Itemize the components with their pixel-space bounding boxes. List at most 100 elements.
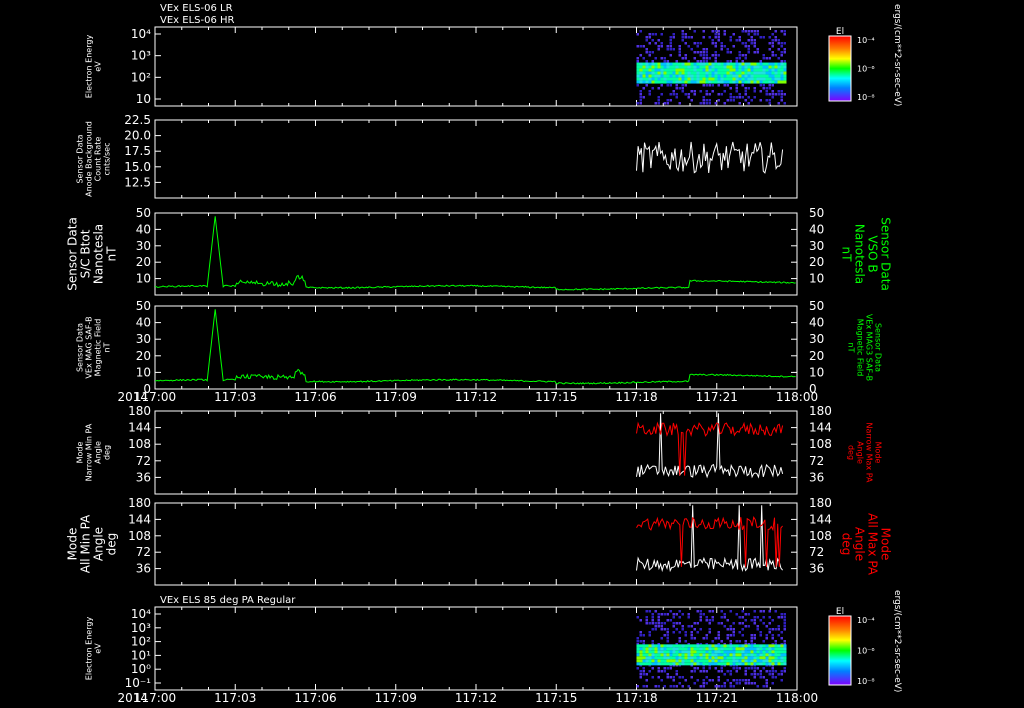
p7-heatmap-band-cell — [660, 653, 664, 657]
p7-heatmap-band-cell — [705, 653, 709, 657]
p1-heatmap-band-cell — [693, 68, 697, 72]
p4-ytick-label-right: 50 — [809, 299, 824, 313]
p7-heatmap-band-cell — [753, 659, 757, 663]
p7-heatmap-cell — [642, 640, 645, 643]
p1-heatmap-band-cell — [675, 68, 679, 72]
p1-heatmap-band-cell — [684, 71, 688, 75]
p7-heatmap-band-cell — [699, 659, 703, 663]
p7-heatmap-band-cell — [723, 644, 727, 648]
p7-heatmap-band-cell — [639, 653, 643, 657]
p7-heatmap-band-cell — [660, 644, 664, 648]
p1-heatmap-cell — [744, 30, 747, 33]
p7-heatmap-cell — [780, 616, 783, 619]
p7-heatmap-cell — [753, 682, 756, 685]
p7-heatmap-band-cell — [675, 659, 679, 663]
p7-heatmap-band-cell — [783, 644, 787, 648]
p1-heatmap-cell — [678, 54, 681, 57]
p7-heatmap-cell — [753, 637, 756, 640]
p1-heatmap-cell — [738, 96, 741, 99]
p1-heatmap-band-cell — [714, 65, 718, 69]
p7-heatmap-band-cell — [663, 650, 667, 654]
p7-heatmap-cell — [720, 667, 723, 670]
p7-heatmap-cell — [780, 631, 783, 634]
p7-heatmap-cell — [666, 634, 669, 637]
p1-heatmap-band-cell — [642, 68, 646, 72]
p1-heatmap-cell — [657, 102, 660, 105]
p7-heatmap-band-cell — [753, 644, 757, 648]
p7-heatmap-cell — [645, 673, 648, 676]
p7-heatmap-cell — [693, 682, 696, 685]
p7-heatmap-band-cell — [693, 650, 697, 654]
p7-heatmap-band-cell — [678, 647, 682, 651]
p1-heatmap-cell — [669, 93, 672, 96]
p1-heatmap-band-cell — [672, 77, 676, 81]
p7-heatmap-cell — [690, 670, 693, 673]
p1-heatmap-band-cell — [675, 65, 679, 69]
p1-heatmap-band-cell — [663, 62, 667, 66]
p1-heatmap-band-cell — [744, 80, 748, 84]
p1-heatmap-band-cell — [765, 77, 769, 81]
p1-heatmap-cell — [672, 36, 675, 39]
p3-ylabel-line: S/C Btot — [79, 229, 93, 278]
p7-heatmap-band-cell — [747, 653, 751, 657]
p1-heatmap-band-cell — [681, 68, 685, 72]
p7-heatmap-cell — [675, 673, 678, 676]
p1-heatmap-band-cell — [705, 80, 709, 84]
p7-heatmap-band-cell — [657, 662, 661, 666]
p1-heatmap-cell — [774, 93, 777, 96]
p1-heatmap-cell — [660, 93, 663, 96]
p7-heatmap-band-cell — [687, 653, 691, 657]
p1-heatmap-band-cell — [747, 77, 751, 81]
p7-heatmap-band-cell — [657, 656, 661, 660]
p5-ylabel-line: Narrow Min PA — [85, 423, 94, 481]
p7-heatmap-band-cell — [720, 653, 724, 657]
p7-heatmap-cell — [741, 616, 744, 619]
p1-heatmap-cell — [771, 45, 774, 48]
p7-heatmap-cell — [708, 631, 711, 634]
p7-heatmap-cell — [669, 619, 672, 622]
p7-heatmap-band-cell — [717, 662, 721, 666]
p3-frame — [154, 212, 798, 296]
p1-heatmap-band-cell — [648, 71, 652, 75]
p1-heatmap-cell — [684, 54, 687, 57]
p7-heatmap-band-cell — [774, 650, 778, 654]
p1-heatmap-band-cell — [654, 71, 658, 75]
p7-heatmap-band-cell — [696, 656, 700, 660]
p7-heatmap-cell — [678, 616, 681, 619]
p7-heatmap-band-cell — [702, 662, 706, 666]
p1-heatmap-band-cell — [657, 71, 661, 75]
p7-heatmap-cell — [678, 610, 681, 613]
p1-heatmap-band-cell — [753, 77, 757, 81]
p7-heatmap-cell — [726, 619, 729, 622]
p4-ylabel-line: Sensor Data — [76, 323, 85, 372]
p7-heatmap-cell — [771, 628, 774, 631]
p1-heatmap-band-cell — [732, 77, 736, 81]
p7-heatmap-band-cell — [783, 662, 787, 666]
p1-heatmap-band-cell — [681, 80, 685, 84]
p7-heatmap-band-cell — [780, 644, 784, 648]
p1-heatmap-cell — [699, 102, 702, 105]
p7-heatmap-band-cell — [717, 650, 721, 654]
p1-heatmap-cell — [783, 60, 786, 63]
p7-heatmap-band-cell — [726, 644, 730, 648]
p7-heatmap-cell — [723, 685, 726, 688]
p7-heatmap-cell — [654, 625, 657, 628]
p1-heatmap-cell — [669, 48, 672, 51]
p1-heatmap-cell — [717, 99, 720, 102]
p1-heatmap-cell — [714, 36, 717, 39]
p6-ytick-label-right: 144 — [809, 512, 832, 526]
p7-heatmap-band-cell — [738, 656, 742, 660]
p7-heatmap-band-cell — [711, 656, 715, 660]
p1-heatmap-band-cell — [726, 62, 730, 66]
p7-heatmap-band-cell — [750, 662, 754, 666]
p7-heatmap-band-cell — [729, 644, 733, 648]
p7-heatmap-band-cell — [687, 644, 691, 648]
p7-heatmap-cell — [762, 667, 765, 670]
p7-heatmap-band-cell — [690, 647, 694, 651]
p7-heatmap-band-cell — [729, 647, 733, 651]
p7-heatmap-band-cell — [687, 650, 691, 654]
p1-heatmap-cell — [657, 96, 660, 99]
p1-heatmap-band-cell — [687, 80, 691, 84]
p7-heatmap-cell — [651, 676, 654, 679]
p1-heatmap-cell — [657, 39, 660, 42]
